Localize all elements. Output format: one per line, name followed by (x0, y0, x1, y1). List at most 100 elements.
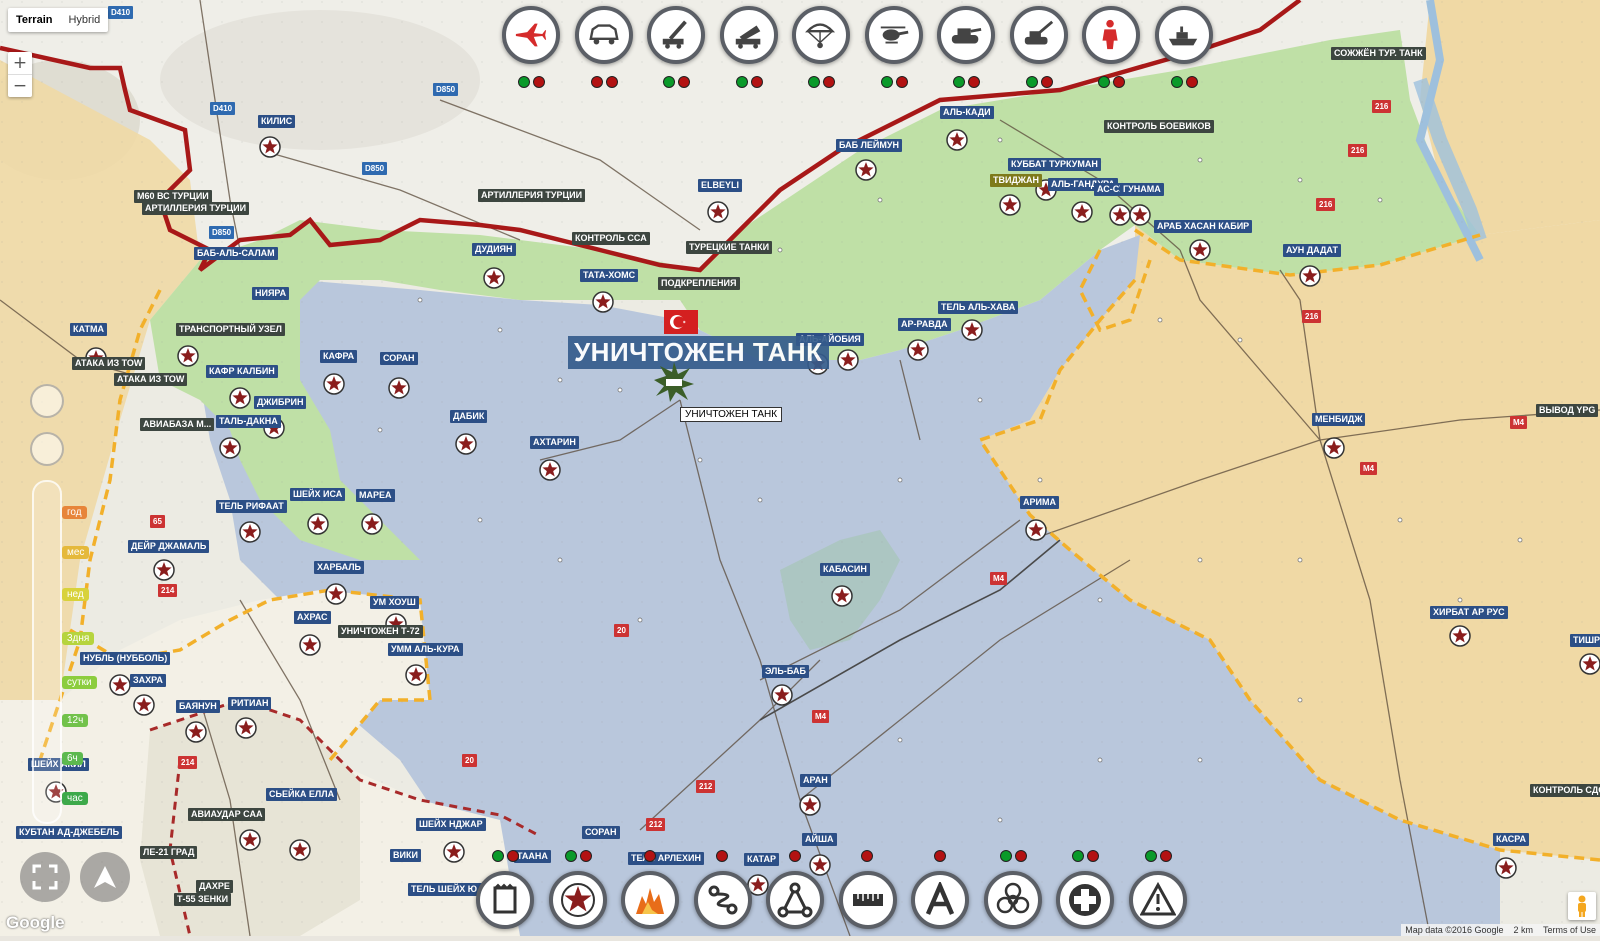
timeline-week[interactable]: нед (62, 588, 89, 601)
place-label[interactable]: БАБ-АЛЬ-САЛАМ (194, 247, 278, 260)
place-label[interactable]: ELBEYLI (698, 179, 743, 192)
rocket-launcher-button[interactable] (647, 6, 705, 64)
timeline-hour[interactable]: час (62, 792, 88, 805)
place-label[interactable]: АВИАБАЗА М... (140, 418, 215, 431)
zoom-out-button[interactable]: − (8, 74, 32, 97)
place-label[interactable]: РИТИАН (228, 697, 272, 710)
star-button[interactable] (548, 871, 607, 929)
place-label[interactable]: АЛЬ-КАДИ (940, 106, 994, 119)
place-label[interactable]: ВЫВОД YPG (1536, 404, 1599, 417)
place-label[interactable]: АУН ДАДАТ (1283, 244, 1341, 257)
place-label[interactable]: ТАЛЬ-ДАКНА (216, 415, 281, 428)
fullscreen-button[interactable] (20, 852, 70, 902)
place-label[interactable]: СОРАН (582, 826, 620, 839)
place-label[interactable]: КУБТАН АД-ДЖЕБЕЛЬ (16, 826, 123, 839)
place-label[interactable]: ТУРЕЦКИЕ ТАНКИ (686, 241, 773, 254)
place-label[interactable]: УМ ХОУШ (370, 596, 419, 609)
place-label[interactable]: АВИАУДАР САА (188, 808, 266, 821)
timeline-year[interactable]: год (62, 506, 87, 519)
place-label[interactable]: БАБ ЛЕЙМУН (836, 139, 902, 152)
place-label[interactable]: ТВИДЖАН (990, 174, 1043, 187)
route-button[interactable] (693, 871, 752, 929)
place-label[interactable]: СЬЕЙКА ЕЛЛА (266, 788, 338, 801)
helicopter-button[interactable] (864, 6, 923, 64)
place-label[interactable]: ЭЛЬ-БАБ (762, 665, 809, 678)
place-label[interactable]: КАФРА (320, 350, 358, 363)
tank-button[interactable] (937, 6, 995, 64)
mlrs-button[interactable] (719, 6, 778, 64)
place-label[interactable]: МАРЕА (356, 489, 395, 502)
place-label[interactable]: КАФР КАЛБИН (206, 365, 278, 378)
place-label[interactable]: АЙША (802, 833, 837, 846)
place-label[interactable]: ТИШРИН (1570, 634, 1600, 647)
place-label[interactable]: МЕНБИДЖ (1312, 413, 1366, 426)
fire-button[interactable] (621, 871, 679, 929)
place-label[interactable]: КУББАТ ТУРКУМАН (1008, 158, 1101, 171)
place-label[interactable]: АРИМА (1020, 496, 1059, 509)
place-label[interactable]: УНИЧТОЖЕН Т-72 (338, 625, 423, 638)
place-label[interactable]: ДУДИЯН (472, 243, 516, 256)
place-label[interactable]: АХТАРИН (530, 436, 579, 449)
aircraft-button[interactable] (502, 6, 560, 64)
place-label[interactable]: АТАКА ИЗ ТОW (114, 373, 188, 386)
timeline-month[interactable]: мес (62, 546, 90, 559)
place-label[interactable]: КИЛИС (258, 115, 296, 128)
place-label[interactable]: АХРАС (294, 611, 331, 624)
timeline-day[interactable]: сутки (62, 676, 97, 689)
place-label[interactable]: ЗАХРА (130, 674, 166, 687)
paratrooper-button[interactable] (792, 6, 850, 64)
zoom-in-button[interactable]: + (8, 52, 32, 74)
place-label[interactable]: ЛЕ-21 ГРАД (140, 846, 198, 859)
ruler-button[interactable] (838, 871, 897, 929)
triangle-nodes-button[interactable] (766, 871, 824, 929)
place-label[interactable]: ШЕЙХ ИСА (290, 488, 346, 501)
place-label[interactable]: КАСРА (1493, 833, 1529, 846)
place-label[interactable]: КАБАСИН (820, 563, 870, 576)
place-label[interactable]: ТРАНСПОРТНЫЙ УЗЕЛ (176, 323, 285, 336)
timeline-6h[interactable]: 6ч (62, 752, 83, 765)
place-label[interactable]: ДЖИБРИН (254, 396, 307, 409)
place-label[interactable]: СОРАН (380, 352, 418, 365)
place-label[interactable]: КАТМА (70, 323, 108, 336)
place-label[interactable]: ДЕЙР ДЖАМАЛЬ (128, 540, 210, 553)
place-label[interactable]: АРАБ ХАСАН КАБИР (1154, 220, 1253, 233)
destroyed-tank-headline[interactable]: УНИЧТОЖЕН ТАНК (568, 336, 829, 369)
place-label[interactable]: ТААНА (514, 850, 551, 863)
pegman-button[interactable] (1568, 892, 1596, 920)
destroyed-tank-marker[interactable] (654, 362, 694, 402)
place-label[interactable]: ХИРБАТ АР РУС (1430, 606, 1508, 619)
place-label[interactable]: АРТИЛЛЕРИЯ ТУРЦИИ (142, 202, 250, 215)
place-label[interactable]: ТЕЛЬ РИФААТ (216, 500, 287, 513)
place-label[interactable]: ДАБИК (450, 410, 488, 423)
place-label[interactable]: ТЕЛЬ АЛЬ-ХАВА (938, 301, 1019, 314)
place-label[interactable]: КАТАР (744, 853, 779, 866)
location-button[interactable] (80, 852, 130, 902)
text-a-button[interactable] (911, 871, 969, 929)
place-label[interactable]: АР-РАВДА (898, 318, 951, 331)
place-label[interactable]: ВИКИ (390, 849, 421, 862)
timeline-three-days[interactable]: 3дня (62, 632, 95, 645)
terms-link[interactable]: Terms of Use (1543, 925, 1596, 935)
place-label[interactable]: НИЯРА (252, 287, 290, 300)
map-canvas[interactable]: D410 D410 D850 D850 D850 216 216 216 216… (0, 0, 1600, 937)
place-label[interactable]: АРАН (800, 774, 831, 787)
circle-tool-icon[interactable] (30, 384, 64, 418)
place-label[interactable]: АРТИЛЛЕРИЯ ТУРЦИИ (478, 189, 586, 202)
armored-car-button[interactable] (574, 6, 633, 64)
medical-button[interactable] (1056, 871, 1114, 929)
biohazard-button[interactable] (983, 871, 1042, 929)
place-label[interactable]: ТАТА-ХОМС (580, 269, 639, 282)
place-label[interactable]: ГУНАМА (1120, 183, 1164, 196)
timeline-slider[interactable] (32, 480, 62, 824)
artillery-button[interactable] (1009, 6, 1068, 64)
map-type-hybrid[interactable]: Hybrid (60, 8, 108, 32)
place-label[interactable]: КОНТРОЛЬ СДС (1530, 784, 1600, 797)
map-type-terrain[interactable]: Terrain (8, 8, 60, 32)
place-label[interactable]: ДАХРЕ (196, 880, 233, 893)
timeline-12h[interactable]: 12ч (62, 714, 89, 727)
place-label[interactable]: УММ АЛЬ-КУРА (388, 643, 463, 656)
place-label[interactable]: Т-55 ЗЕНКИ (174, 893, 232, 906)
warship-button[interactable] (1154, 6, 1213, 64)
place-label[interactable]: КОНТРОЛЬ БОЕВИКОВ (1104, 120, 1214, 133)
place-label[interactable]: НУБЛЬ (НУББОЛЬ) (80, 652, 171, 665)
